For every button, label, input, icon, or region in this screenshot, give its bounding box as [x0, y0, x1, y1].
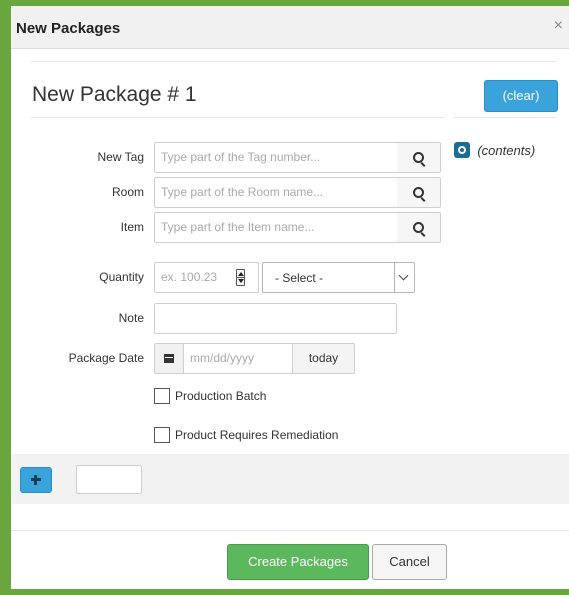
dialog-titlebar: New Packages × [11, 6, 569, 49]
contents-label: (contents) [477, 142, 536, 158]
cancel-button[interactable]: Cancel [372, 544, 447, 580]
divider [11, 530, 569, 531]
item-search-button[interactable] [397, 212, 441, 243]
package-date-label: Package Date [68, 351, 144, 365]
divider [454, 117, 556, 118]
note-input[interactable] [154, 303, 397, 334]
item-input[interactable]: Type part of the Item name... [154, 212, 398, 243]
item-label: Item [120, 220, 144, 234]
new-packages-dialog: New Packages × New Package # 1 (clear) (… [11, 6, 569, 589]
search-icon [413, 187, 424, 198]
create-packages-button[interactable]: Create Packages [227, 544, 369, 580]
add-package-bar [11, 454, 569, 504]
new-tag-label: New Tag [97, 150, 144, 164]
note-label: Note [118, 311, 144, 325]
quantity-label: Quantity [99, 270, 144, 284]
package-count-input[interactable] [76, 465, 142, 494]
room-input[interactable]: Type part of the Room name... [154, 177, 398, 208]
package-date-input[interactable]: mm/dd/yyyy [183, 343, 293, 374]
production-batch-label: Production Batch [175, 389, 267, 403]
chevron-down-icon [394, 263, 414, 292]
divider [31, 117, 444, 118]
room-label: Room [111, 185, 144, 199]
calendar-addon[interactable] [154, 343, 184, 374]
today-button[interactable]: today [292, 343, 355, 374]
production-batch-checkbox[interactable] [154, 388, 170, 404]
close-icon[interactable]: × [554, 17, 563, 35]
dialog-body: New Package # 1 (clear) (contents) New T… [11, 49, 569, 589]
unit-selected-value: - Select - [275, 271, 324, 285]
search-icon [413, 222, 424, 233]
add-circle-icon [454, 142, 470, 158]
search-icon [413, 152, 424, 163]
divider [31, 61, 556, 62]
clear-button[interactable]: (clear) [484, 80, 558, 112]
package-heading: New Package # 1 [32, 83, 197, 106]
calendar-icon [164, 354, 174, 363]
new-tag-search-button[interactable] [397, 142, 441, 173]
spinner-icon[interactable] [236, 269, 245, 286]
new-tag-input[interactable]: Type part of the Tag number... [154, 142, 398, 173]
requires-remediation-label: Product Requires Remediation [175, 428, 339, 442]
room-search-button[interactable] [397, 177, 441, 208]
add-package-button[interactable] [20, 467, 52, 493]
dialog-title: New Packages [16, 20, 121, 37]
contents-button[interactable]: (contents) [454, 142, 569, 160]
requires-remediation-checkbox[interactable] [154, 427, 170, 443]
unit-of-measure-select[interactable]: - Select - [262, 262, 415, 293]
